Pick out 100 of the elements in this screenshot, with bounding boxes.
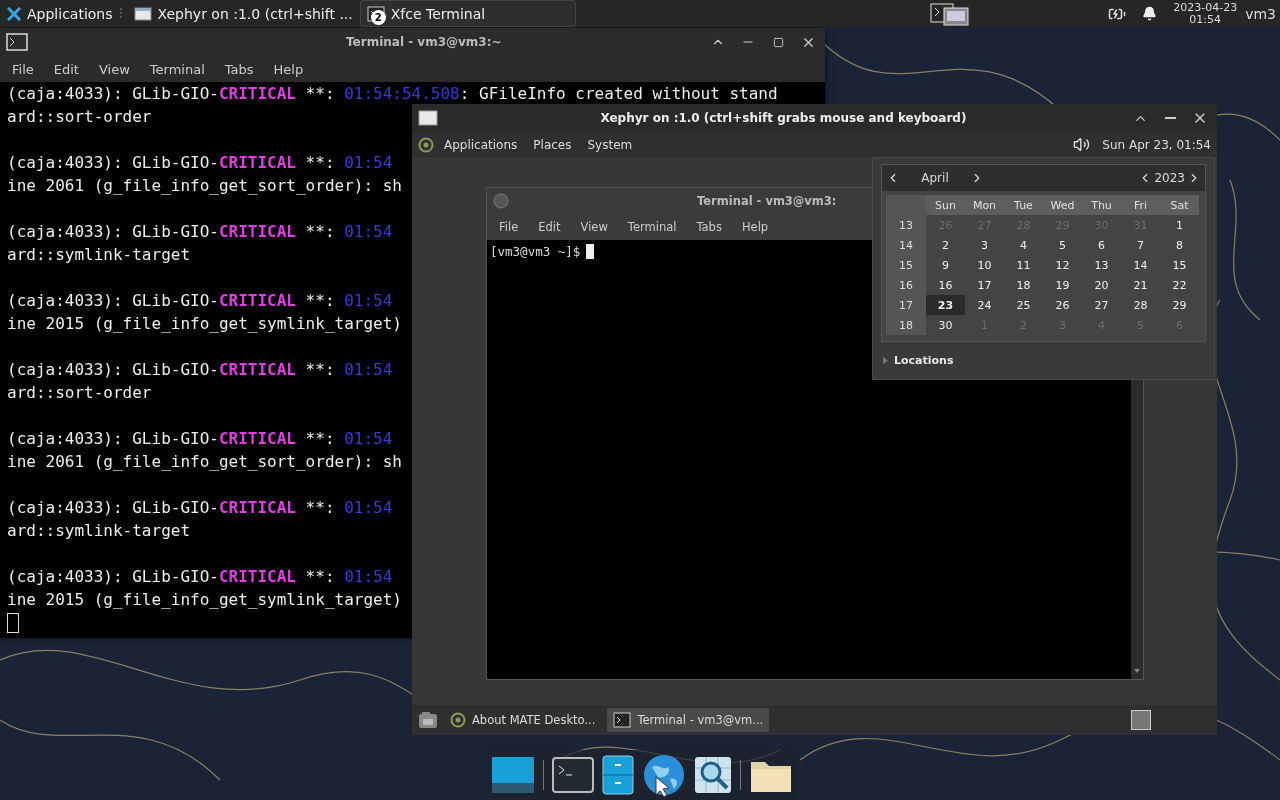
week-number: 14 xyxy=(886,235,926,255)
taskbar-item[interactable]: Xephyr on :1.0 (ctrl+shift ... xyxy=(126,0,360,27)
log-line: ine 2061 (g_file_info_get_sort_order): sh xyxy=(7,175,402,197)
menu-item[interactable]: Terminal xyxy=(141,58,213,80)
calendar-day[interactable]: 1 xyxy=(1160,215,1199,235)
log-line: (caja:4033): GLib-GIO-CRITICAL **: 01:54 xyxy=(7,152,393,174)
calendar-day[interactable]: 14 xyxy=(1121,255,1160,275)
calendar-day[interactable]: 19 xyxy=(1043,275,1082,295)
window-title: Terminal - vm3@vm3: xyxy=(697,194,837,208)
terminal-icon xyxy=(613,712,632,728)
weekday-header: Fri xyxy=(1121,195,1160,215)
log-line: (caja:4033): GLib-GIO-CRITICAL **: 01:54:54.508: GFileInfo created without stand xyxy=(7,83,778,105)
calendar-day[interactable]: 21 xyxy=(1121,275,1160,295)
calendar-day[interactable]: 18 xyxy=(1004,275,1043,295)
month-label: April xyxy=(920,171,950,185)
calendar-day[interactable]: 5 xyxy=(1043,235,1082,255)
calendar-day[interactable]: 2 xyxy=(926,235,965,255)
year-label: 2023 xyxy=(1154,171,1185,185)
log-line: (caja:4033): GLib-GIO-CRITICAL **: 01:54 xyxy=(7,428,393,450)
calendar-day[interactable]: 27 xyxy=(1082,295,1121,315)
show-desktop-icon[interactable] xyxy=(418,711,438,729)
panel-menu[interactable]: Applications xyxy=(438,134,524,155)
log-line: ard::symlink-target xyxy=(7,244,191,266)
calendar-day[interactable]: 4 xyxy=(1004,235,1043,255)
calendar-day[interactable]: 29 xyxy=(1160,295,1199,315)
week-number: 15 xyxy=(886,255,926,275)
log-line: ard::symlink-target xyxy=(7,520,191,542)
calendar-day[interactable]: 6 xyxy=(1082,235,1121,255)
calendar-day[interactable]: 17 xyxy=(965,275,1004,295)
weekday-header: Mon xyxy=(965,195,1004,215)
workspace-switcher-icon[interactable] xyxy=(930,1,971,26)
mate-logo-icon xyxy=(450,712,466,728)
calendar-day[interactable]: 23 xyxy=(926,295,965,315)
calendar-day[interactable]: 24 xyxy=(965,295,1004,315)
calendar-day[interactable]: 20 xyxy=(1082,275,1121,295)
log-line: ine 2015 (g_file_info_get_symlink_target) xyxy=(7,589,402,611)
shell-prompt: [vm3@vm3 ~]$ xyxy=(490,244,581,259)
clock[interactable]: Sun Apr 23, 01:54 xyxy=(1102,137,1211,152)
taskbar-item[interactable]: 2 Xfce Terminal xyxy=(359,0,577,27)
calendar-day[interactable]: 15 xyxy=(1160,255,1199,275)
menu-item[interactable]: View xyxy=(572,217,616,237)
calendar-day[interactable]: 28 xyxy=(1121,295,1160,315)
menu-item[interactable]: Help xyxy=(733,217,777,237)
desktop-icon[interactable] xyxy=(491,755,535,795)
window-title: Xephyr on :1.0 (ctrl+shift grabs mouse and keyboard) xyxy=(599,111,968,125)
calendar-day[interactable]: 26 xyxy=(1043,295,1082,315)
maximize-icon xyxy=(772,36,784,48)
window-icon xyxy=(418,110,438,126)
menu-item[interactable]: Edit xyxy=(530,217,569,237)
log-line: ine 2061 (g_file_info_get_sort_order): sh xyxy=(7,451,402,473)
window-icon xyxy=(133,6,152,21)
menu-item[interactable]: File xyxy=(491,217,527,237)
panel-menu[interactable]: Places xyxy=(527,134,578,155)
weekday-header: Thu xyxy=(1082,195,1121,215)
applications-menu[interactable]: Applications xyxy=(0,0,120,27)
log-line: ard::sort-order xyxy=(7,382,152,404)
file-cabinet-icon[interactable] xyxy=(602,755,634,795)
text-cursor xyxy=(586,244,595,259)
taskbar-item[interactable]: About MATE Deskto... xyxy=(444,708,602,732)
log-line: ine 2015 (g_file_info_get_symlink_target) xyxy=(7,313,402,335)
log-line: (caja:4033): GLib-GIO-CRITICAL **: 01:54 xyxy=(7,359,393,381)
calendar-day[interactable]: 11 xyxy=(1004,255,1043,275)
mate-logo-icon xyxy=(418,136,434,153)
menu-item[interactable]: File xyxy=(4,58,42,80)
week-number: 17 xyxy=(886,295,926,315)
calendar-day[interactable]: 10 xyxy=(965,255,1004,275)
taskbar-item[interactable]: Terminal - vm3@vm... xyxy=(607,708,770,732)
clock[interactable]: 2023-04-23 01:54 xyxy=(1173,1,1238,26)
log-line: (caja:4033): GLib-GIO-CRITICAL **: 01:54 xyxy=(7,566,393,588)
menu-item[interactable]: Help xyxy=(265,58,312,80)
calendar-day[interactable]: 30 xyxy=(926,315,965,335)
globe-icon[interactable] xyxy=(642,753,686,797)
calendar-day[interactable]: 25 xyxy=(1004,295,1043,315)
locations-expander[interactable]: Locations xyxy=(873,342,1214,379)
calendar-day[interactable]: 9 xyxy=(926,255,965,275)
calendar-day[interactable]: 22 xyxy=(1160,275,1199,295)
panel-menu[interactable]: System xyxy=(581,134,639,155)
menu-item[interactable]: View xyxy=(90,58,138,80)
log-line: (caja:4033): GLib-GIO-CRITICAL **: 01:54 xyxy=(7,497,393,519)
calendar-day[interactable]: 13 xyxy=(1082,255,1121,275)
menu-item[interactable]: Tabs xyxy=(688,217,730,237)
terminal-icon[interactable] xyxy=(552,757,594,793)
window-title: Terminal - vm3@vm3:~ xyxy=(345,35,503,49)
log-line: ard::sort-order xyxy=(7,106,152,128)
week-number: 18 xyxy=(886,315,926,335)
calendar-day[interactable]: 7 xyxy=(1121,235,1160,255)
calendar-day[interactable]: 16 xyxy=(926,275,965,295)
week-column-header xyxy=(886,195,926,215)
workspace-switcher[interactable] xyxy=(1131,710,1151,730)
calendar-day[interactable]: 12 xyxy=(1043,255,1082,275)
menu-item[interactable]: Terminal xyxy=(619,217,685,237)
calendar-day[interactable]: 8 xyxy=(1160,235,1199,255)
menu-item[interactable]: Tabs xyxy=(216,58,262,80)
menu-item[interactable]: Edit xyxy=(45,58,87,80)
log-line: (caja:4033): GLib-GIO-CRITICAL **: 01:54 xyxy=(7,221,393,243)
weekday-header: Sun xyxy=(926,195,965,215)
scroll-down-icon[interactable] xyxy=(1133,667,1141,675)
user-name[interactable]: vm3 xyxy=(1245,5,1276,22)
calendar-day[interactable]: 3 xyxy=(965,235,1004,255)
search-icon[interactable] xyxy=(694,756,732,794)
